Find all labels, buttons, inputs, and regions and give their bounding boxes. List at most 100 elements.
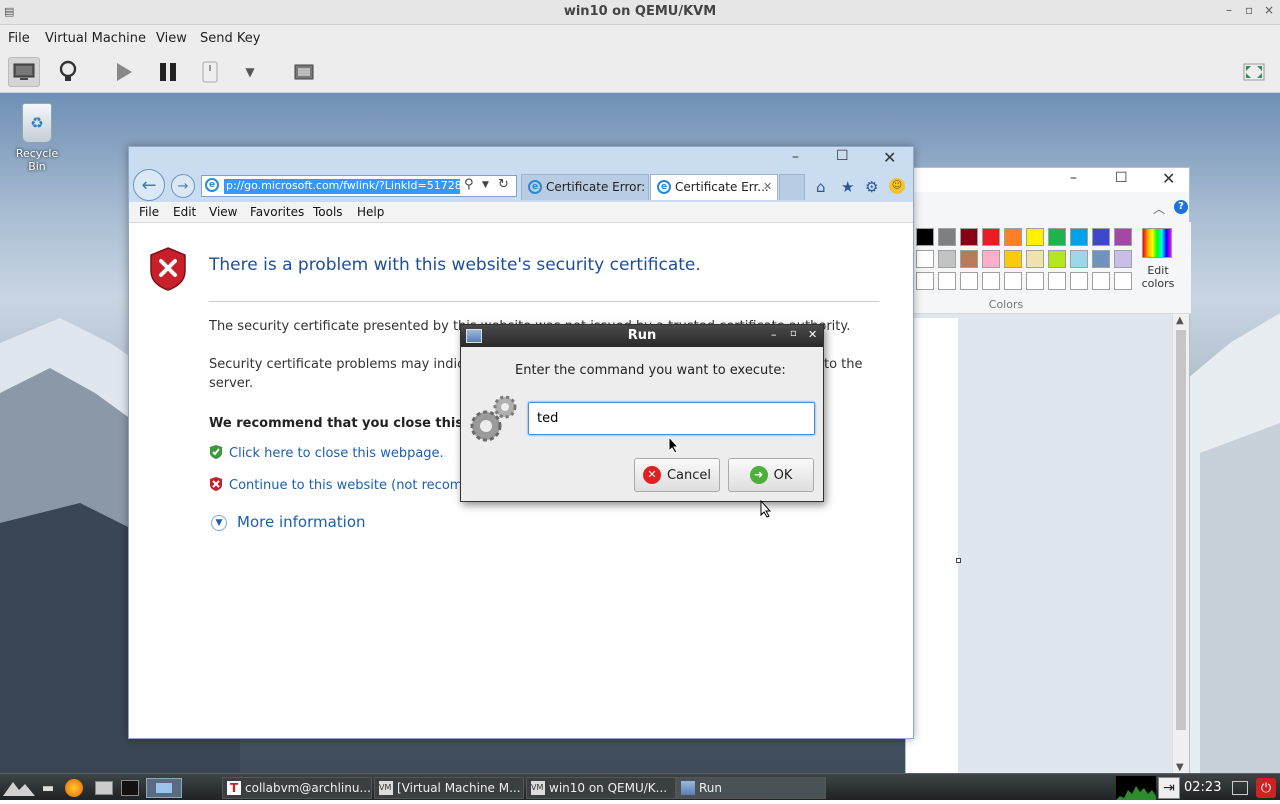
canvas-resize-handle[interactable] [956,558,961,563]
expand-circle-icon[interactable]: ▼ [211,515,227,531]
scroll-down-icon[interactable]: ▼ [1176,762,1184,773]
ie-menu-help[interactable]: Help [357,205,384,219]
edit-colors-icon[interactable] [1142,228,1172,258]
show-desktop-icon[interactable]: ▬ [38,778,58,798]
color-swatch[interactable] [1048,228,1066,246]
tab-certificate-error-1[interactable]: e Certificate Error: ... [521,174,649,200]
help-icon[interactable]: ? [1174,200,1188,214]
run-maximize-icon[interactable]: ▫ [790,328,797,339]
paint-vertical-scrollbar[interactable]: ▲ ▼ [1172,314,1189,774]
color-swatch[interactable] [1070,228,1088,246]
color-swatch[interactable] [960,272,978,290]
favorites-star-icon[interactable]: ★ [841,178,854,196]
ie-menu-edit[interactable]: Edit [173,205,196,219]
run-button[interactable] [108,57,140,87]
ie-menu-file[interactable]: File [139,205,159,219]
tab-certificate-error-2[interactable]: e Certificate Err... ✕ [650,174,778,200]
ok-button[interactable]: ➜ OK [728,458,814,492]
tab-close-icon[interactable]: ✕ [763,180,772,193]
menu-virtual-machine[interactable]: Virtual Machine [45,31,146,46]
address-dropdown-icon[interactable]: ▼ [482,180,489,190]
color-swatch[interactable] [982,250,1000,268]
menu-view[interactable]: View [156,31,187,46]
color-swatch[interactable] [960,250,978,268]
color-swatch[interactable] [1114,228,1132,246]
color-swatch[interactable] [982,272,1000,290]
color-swatch[interactable] [1092,250,1110,268]
continue-website-link[interactable]: Continue to this website (not recomm [229,478,475,493]
run-close-icon[interactable]: ✕ [808,328,817,341]
forward-button[interactable]: → [171,174,195,198]
recycle-bin-shortcut[interactable]: ♻ Recycle Bin [6,103,68,173]
ie-menu-tools[interactable]: Tools [313,205,343,219]
address-bar[interactable]: e p://go.microsoft.com/fwlink/?LinkId=51… [201,175,517,197]
address-input[interactable]: p://go.microsoft.com/fwlink/?LinkId=5172… [224,179,460,194]
ie-close-icon[interactable]: ✕ [883,148,896,167]
color-swatch[interactable] [938,228,956,246]
color-swatch[interactable] [938,250,956,268]
shutdown-button[interactable] [194,57,226,87]
ie-minimize-icon[interactable]: – [792,149,799,165]
taskbar-item-win10[interactable]: VM win10 on QEMU/K... [526,777,676,799]
scroll-thumb[interactable] [1176,330,1186,730]
feedback-smiley-icon[interactable]: ☺ [889,178,905,194]
menu-send-key[interactable]: Send Key [200,31,260,46]
taskbar-item-run[interactable]: Run [676,777,826,799]
color-swatch[interactable] [1026,272,1044,290]
logout-icon[interactable]: ⇥ [1158,777,1180,799]
color-swatch[interactable] [1114,272,1132,290]
menu-file[interactable]: File [8,31,30,46]
taskbar-item-virtual-machine[interactable]: VM [Virtual Machine M... [374,777,524,799]
color-swatch[interactable] [916,250,934,268]
fullscreen-button[interactable] [1238,57,1270,87]
ie-maximize-icon[interactable]: ☐ [836,148,849,164]
ribbon-collapse-icon[interactable]: ︿ [1153,200,1165,217]
color-swatch[interactable] [1004,250,1022,268]
paint-close-icon[interactable]: ✕ [1162,169,1175,188]
details-view-button[interactable] [52,57,84,87]
active-workspace-icon[interactable] [146,778,182,798]
refresh-icon[interactable]: ↻ [498,177,509,192]
color-swatch[interactable] [916,228,934,246]
tools-gear-icon[interactable]: ⚙ [865,178,878,196]
color-swatch[interactable] [1092,228,1110,246]
color-swatch[interactable] [1092,272,1110,290]
console-view-button[interactable] [8,57,40,87]
new-tab-button[interactable] [779,174,805,200]
color-swatch[interactable] [1004,272,1022,290]
scroll-up-icon[interactable]: ▲ [1176,315,1184,326]
taskbar-item-collabvm[interactable]: T collabvm@archlinu... [222,777,372,799]
window-list-icon[interactable] [1230,778,1250,798]
command-input[interactable] [528,402,815,435]
color-swatch[interactable] [1114,250,1132,268]
color-swatch[interactable] [1026,228,1044,246]
cancel-button[interactable]: ✕ Cancel [634,458,720,492]
color-swatch[interactable] [960,228,978,246]
maximize-icon[interactable]: ▫ [1245,3,1253,17]
home-icon[interactable]: ⌂ [816,178,826,196]
paint-maximize-icon[interactable]: ☐ [1115,170,1128,186]
color-swatch[interactable] [938,272,956,290]
search-icon[interactable]: ⚲ [464,177,474,192]
firefox-icon[interactable] [64,778,84,798]
color-swatch[interactable] [1070,250,1088,268]
file-manager-icon[interactable] [94,778,114,798]
color-swatch[interactable] [982,228,1000,246]
minimize-icon[interactable]: – [1226,3,1232,17]
snapshot-button[interactable] [288,57,320,87]
color-swatch[interactable] [1026,250,1044,268]
ie-menu-view[interactable]: View [209,205,237,219]
pause-button[interactable] [152,57,184,87]
close-webpage-link[interactable]: Click here to close this webpage. [229,446,444,461]
paint-minimize-icon[interactable]: – [1070,170,1077,186]
close-icon[interactable]: × [1264,3,1274,17]
run-minimize-icon[interactable]: – [771,328,777,341]
shutdown-menu-button[interactable]: ▼ [234,57,266,87]
color-swatch[interactable] [1004,228,1022,246]
terminal-icon[interactable] [120,778,140,798]
color-swatch[interactable] [1070,272,1088,290]
back-button[interactable]: ← [133,169,165,201]
color-swatch[interactable] [1048,250,1066,268]
color-swatch[interactable] [916,272,934,290]
arch-mountain-icon[interactable] [3,778,35,798]
